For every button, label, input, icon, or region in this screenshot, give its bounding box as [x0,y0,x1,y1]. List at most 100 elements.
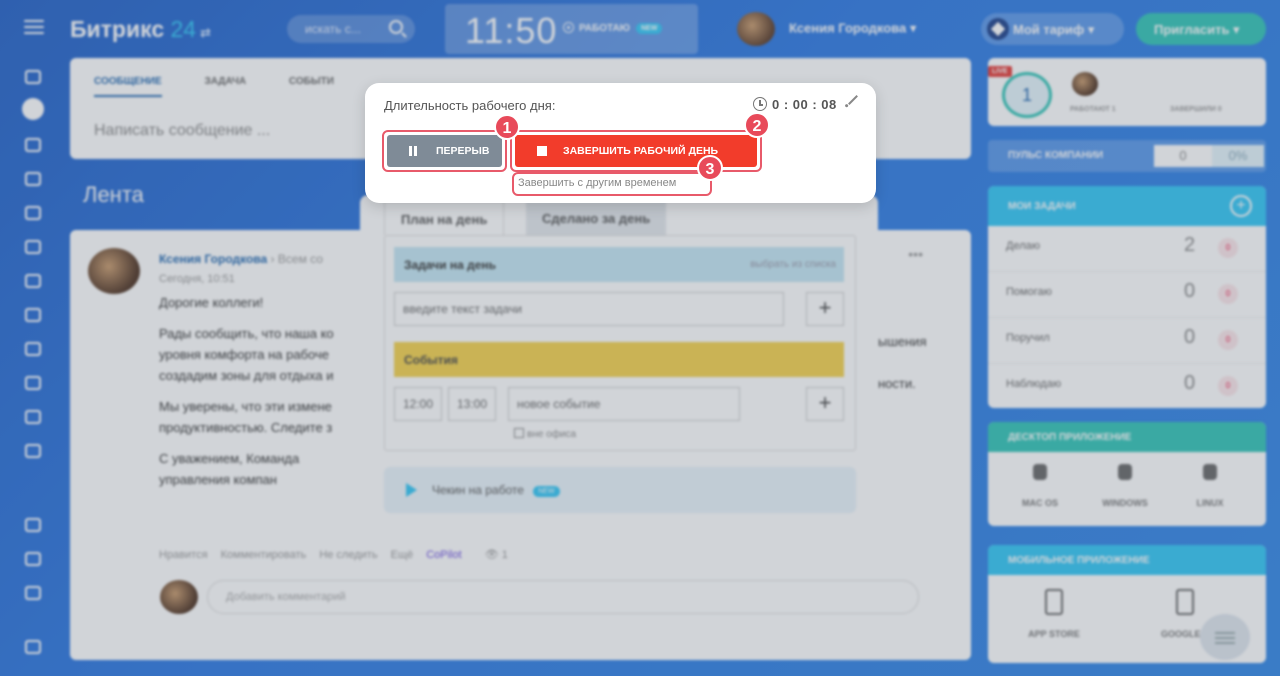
more-icon[interactable]: ••• [908,246,923,262]
chart-icon[interactable] [25,172,41,186]
event-end-input[interactable]: 13:00 [448,387,496,421]
status-icon [563,22,574,33]
macos-link[interactable]: MAC OS [995,464,1085,508]
like-link[interactable]: Нравится [159,549,208,561]
task-row-helping[interactable]: Помогаю 0 0 [988,272,1266,318]
comment-avatar [160,580,198,614]
tab-plan[interactable]: План на день [384,201,505,235]
task-row-watching[interactable]: Наблюдаю 0 0 [988,364,1266,408]
add-task-icon[interactable]: + [1230,195,1252,217]
company-pulse[interactable]: ПУЛЬС КОМПАНИИ 0 0% [988,140,1266,172]
end-other-time-link[interactable]: Завершить с другим временем [518,177,676,189]
popup-title: Длительность рабочего дня: [384,98,556,113]
tab-event[interactable]: СОБЫТИ [289,76,334,87]
working-count: РАБОТАЮТ 1 [1070,106,1116,113]
sites-icon[interactable] [25,308,41,322]
stop-icon [537,146,547,156]
comment-input[interactable]: Добавить комментарий [207,580,919,614]
feed-icon[interactable] [22,98,44,120]
help-icon[interactable] [25,640,41,654]
settings-icon[interactable] [25,552,41,566]
bank-icon[interactable] [25,138,41,152]
phone-icon [1176,589,1194,615]
workday-popup: Длительность рабочего дня: 0 : 00 : 08 П… [365,83,876,203]
logo[interactable]: Битрикс 24 ⇄ [70,16,211,43]
step-marker: 3 [697,155,723,181]
task-input[interactable]: введите текст задачи [394,292,784,326]
add-event-button[interactable]: + [806,387,844,421]
windows-link[interactable]: WINDOWS [1080,464,1170,508]
more-link[interactable]: Ещё [391,549,414,561]
select-from-list-link[interactable]: выбрать из списка [750,259,836,270]
cart-icon[interactable] [25,206,41,220]
mobile-title: МОБИЛЬНОЕ ПРИЛОЖЕНИЕ [988,545,1266,575]
phone-icon [1045,589,1063,615]
unfollow-link[interactable]: Не следить [319,549,377,561]
pencil-icon[interactable] [848,95,858,105]
break-button[interactable]: ПЕРЕРЫВ [387,135,502,167]
outside-office-checkbox[interactable]: вне офиса [514,428,576,440]
event-name-input[interactable]: новое событие [508,387,740,421]
tab-message[interactable]: СООБЩЕНИЕ [94,76,162,97]
linux-link[interactable]: LINUX [1165,464,1255,508]
diamond-icon [987,18,1009,40]
online-count[interactable]: 1 [1002,72,1052,118]
live-widget: LIVE 1 РАБОТАЮТ 1 ЗАВЕРШИЛИ 0 [988,58,1266,126]
work-clock[interactable]: 11:50 РАБОТАЮ NEW [445,4,698,54]
clock-time: 11:50 [465,10,558,51]
tab-done[interactable]: Сделано за день [526,201,667,235]
menu-icon[interactable] [24,20,44,36]
workday-panel: План на день Сделано за день Задачи на д… [360,195,878,533]
search-input[interactable]: искать с... [287,15,415,43]
task-row-doing[interactable]: Делаю 2 0 [988,226,1266,272]
left-sidebar [0,58,66,676]
events-header: События [394,342,844,377]
avatar[interactable] [1072,72,1098,96]
add-task-button[interactable]: + [806,292,844,326]
desktop-app-widget: ДЕСКТОП ПРИЛОЖЕНИЕ MAC OS WINDOWS LINUX [988,422,1266,526]
live-badge: LIVE [988,66,1012,77]
pause-icon [409,146,412,156]
invite-button[interactable]: Пригласить ▾ [1136,13,1266,45]
linux-icon [1203,464,1217,480]
desktop-title: ДЕСКТОП ПРИЛОЖЕНИЕ [988,422,1266,452]
copilot-link[interactable]: CoPilot [426,549,461,561]
checkin-button[interactable]: Чекин на работе NEW [384,467,856,513]
analytics-icon[interactable] [25,274,41,288]
workday-timer: 0 : 00 : 08 [753,97,837,112]
step-marker: 2 [744,112,770,138]
message-input[interactable]: Написать сообщение ... [94,122,270,140]
post-text-fragment: ышения [878,334,927,349]
comment-link[interactable]: Комментировать [221,549,307,561]
docs-icon[interactable] [25,410,41,424]
robot-icon[interactable] [25,342,41,356]
play-icon [406,483,417,497]
tariff-button[interactable]: Мой тариф ▾ [981,13,1124,45]
post-date: Сегодня, 10:51 [159,273,235,285]
post-text-fragment: ности. [878,376,916,391]
my-tasks-widget: МОИ ЗАДАЧИ + Делаю 2 0 Помогаю 0 0 Поручил 0 0… [988,186,1266,408]
task-row-assigned[interactable]: Поручил 0 0 [988,318,1266,364]
my-tasks-title: МОИ ЗАДАЧИ [988,186,1266,226]
event-start-input[interactable]: 12:00 [394,387,442,421]
apple-icon [1033,464,1047,480]
feed-title: Лента [83,182,144,207]
post-actions: Нравится Комментировать Не следить Ещё C… [159,548,528,561]
composer-tabs: СООБЩЕНИЕ ЗАДАЧА СОБЫТИ [94,76,374,97]
market-icon[interactable] [25,518,41,532]
tasks-icon[interactable] [25,240,41,254]
more-icon[interactable] [25,586,41,600]
author-avatar[interactable] [88,248,140,294]
work-status: РАБОТАЮ NEW [563,22,663,34]
chat-fab[interactable] [1200,614,1250,660]
app-store-link[interactable]: APP STORE [1009,589,1099,639]
tasks-header: Задачи на день выбрать из списка [394,247,844,282]
box-icon[interactable] [25,376,41,390]
filter-icon[interactable] [25,70,41,84]
step-marker: 1 [494,114,520,140]
search-icon [389,20,403,34]
sign-icon[interactable] [25,444,41,458]
tab-task[interactable]: ЗАДАЧА [204,76,246,87]
user-menu[interactable]: Ксения Городкова ▾ [737,12,916,46]
post-author[interactable]: Ксения Городкова › Всем со [159,252,323,266]
